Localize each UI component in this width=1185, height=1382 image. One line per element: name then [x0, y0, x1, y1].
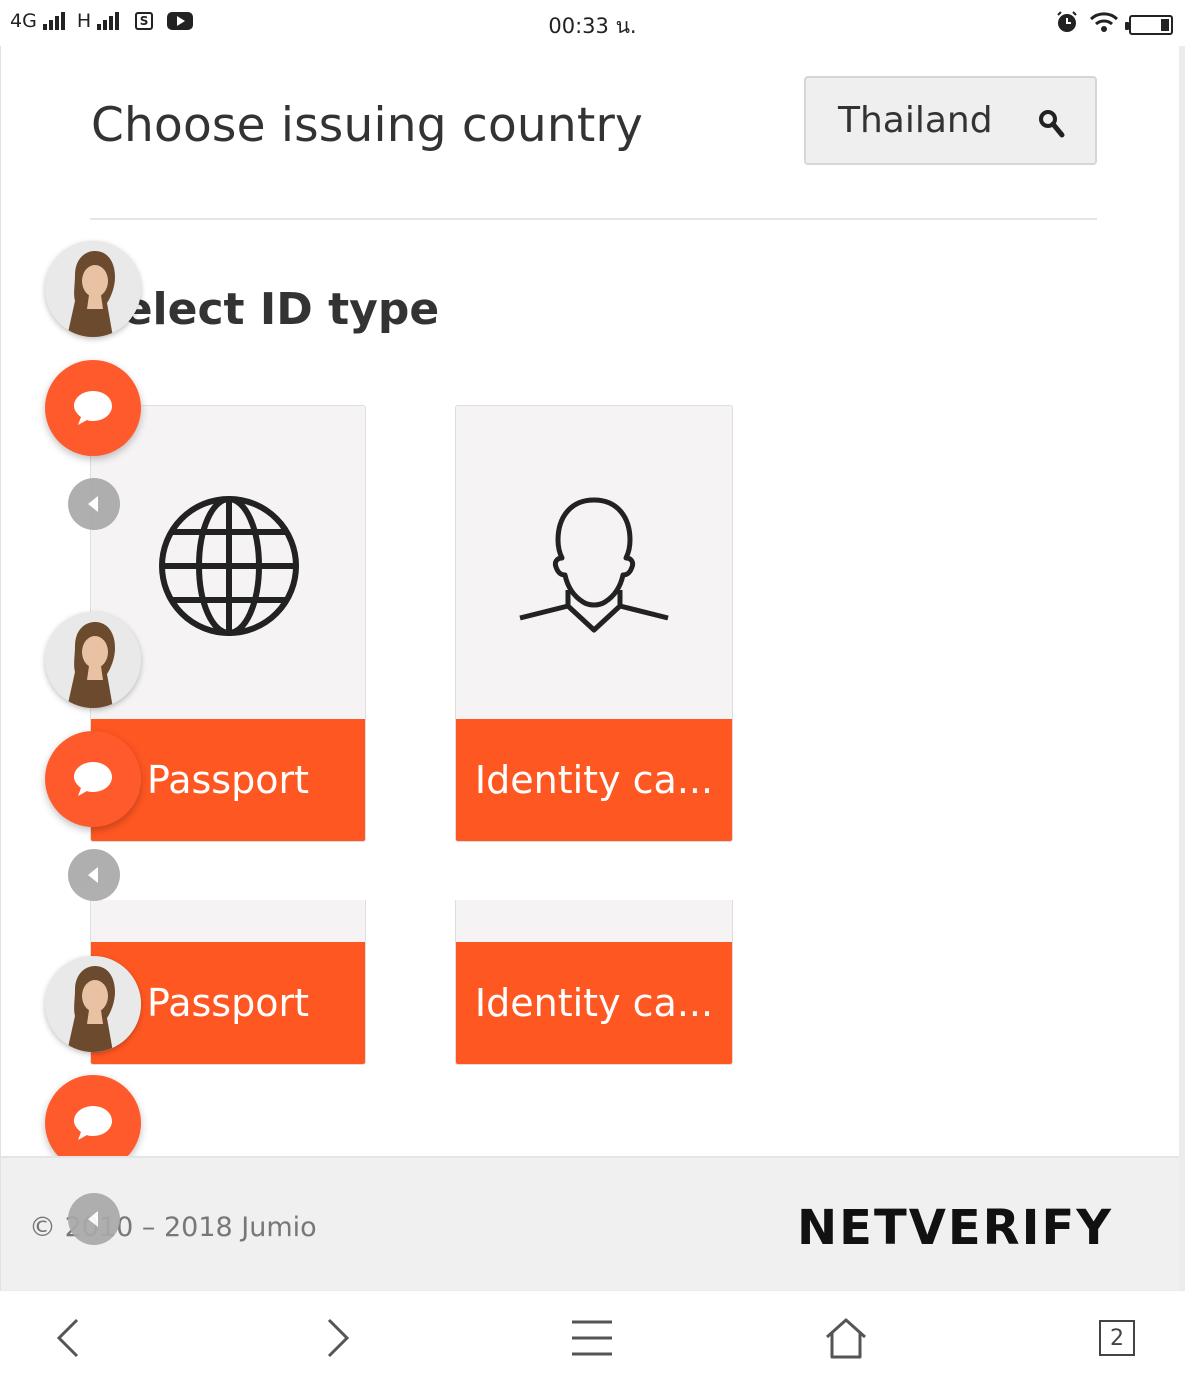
forward-button[interactable]: [313, 1313, 363, 1363]
home-button[interactable]: [821, 1313, 871, 1363]
country-search-field[interactable]: Thailand: [804, 76, 1097, 165]
globe-icon: [159, 496, 299, 636]
country-value: Thailand: [838, 100, 993, 141]
support-agent-avatar[interactable]: [45, 956, 141, 1052]
collapse-chat-button[interactable]: [68, 478, 120, 530]
support-agent-avatar[interactable]: [45, 241, 141, 337]
back-button[interactable]: [43, 1313, 93, 1363]
search-icon[interactable]: [1037, 108, 1065, 138]
battery-icon: [1125, 14, 1173, 35]
chevron-left-icon: [56, 1318, 79, 1358]
id-card-identity[interactable]: Identity ca...: [455, 405, 733, 842]
status-time: 00:33 น.: [548, 14, 637, 38]
chat-bubble-icon: [74, 391, 112, 425]
hamburger-menu-icon: [572, 1320, 612, 1356]
chat-button[interactable]: [45, 360, 141, 456]
wifi-icon: [1089, 11, 1119, 38]
verification-page: Choose issuing country Thailand Select I…: [0, 46, 1185, 1290]
chat-bubble-icon: [74, 1106, 112, 1140]
identity-card-label: Identity ca...: [456, 719, 732, 841]
tabs-button[interactable]: 2: [1092, 1313, 1142, 1363]
page-footer: © 2010 – 2018 Jumio NETVERIFY: [1, 1156, 1179, 1290]
section-divider: [90, 218, 1097, 220]
collapse-chat-button[interactable]: [68, 1193, 120, 1245]
status-bar: 4G H S 00:33 น.: [0, 0, 1185, 46]
chat-button[interactable]: [45, 731, 141, 827]
chat-bubble-icon: [74, 762, 112, 796]
alarm-icon: [1055, 10, 1079, 39]
id-type-section-title: Select ID type: [91, 284, 440, 335]
id-card-identity-duplicate[interactable]: Identity ca...: [455, 900, 733, 1065]
chevron-right-icon: [327, 1318, 350, 1358]
menu-button[interactable]: [567, 1313, 617, 1363]
tab-count: 2: [1099, 1320, 1135, 1356]
browser-bottom-nav: 2: [0, 1290, 1185, 1382]
status-right: [1055, 10, 1173, 39]
collapse-chat-button[interactable]: [68, 849, 120, 901]
person-silhouette-icon: [519, 497, 669, 633]
home-icon: [825, 1318, 867, 1359]
netverify-logo: NETVERIFY: [796, 1200, 1113, 1256]
country-section-title: Choose issuing country: [91, 98, 644, 153]
support-agent-avatar[interactable]: [45, 612, 141, 708]
identity-card-label-duplicate: Identity ca...: [456, 942, 732, 1064]
